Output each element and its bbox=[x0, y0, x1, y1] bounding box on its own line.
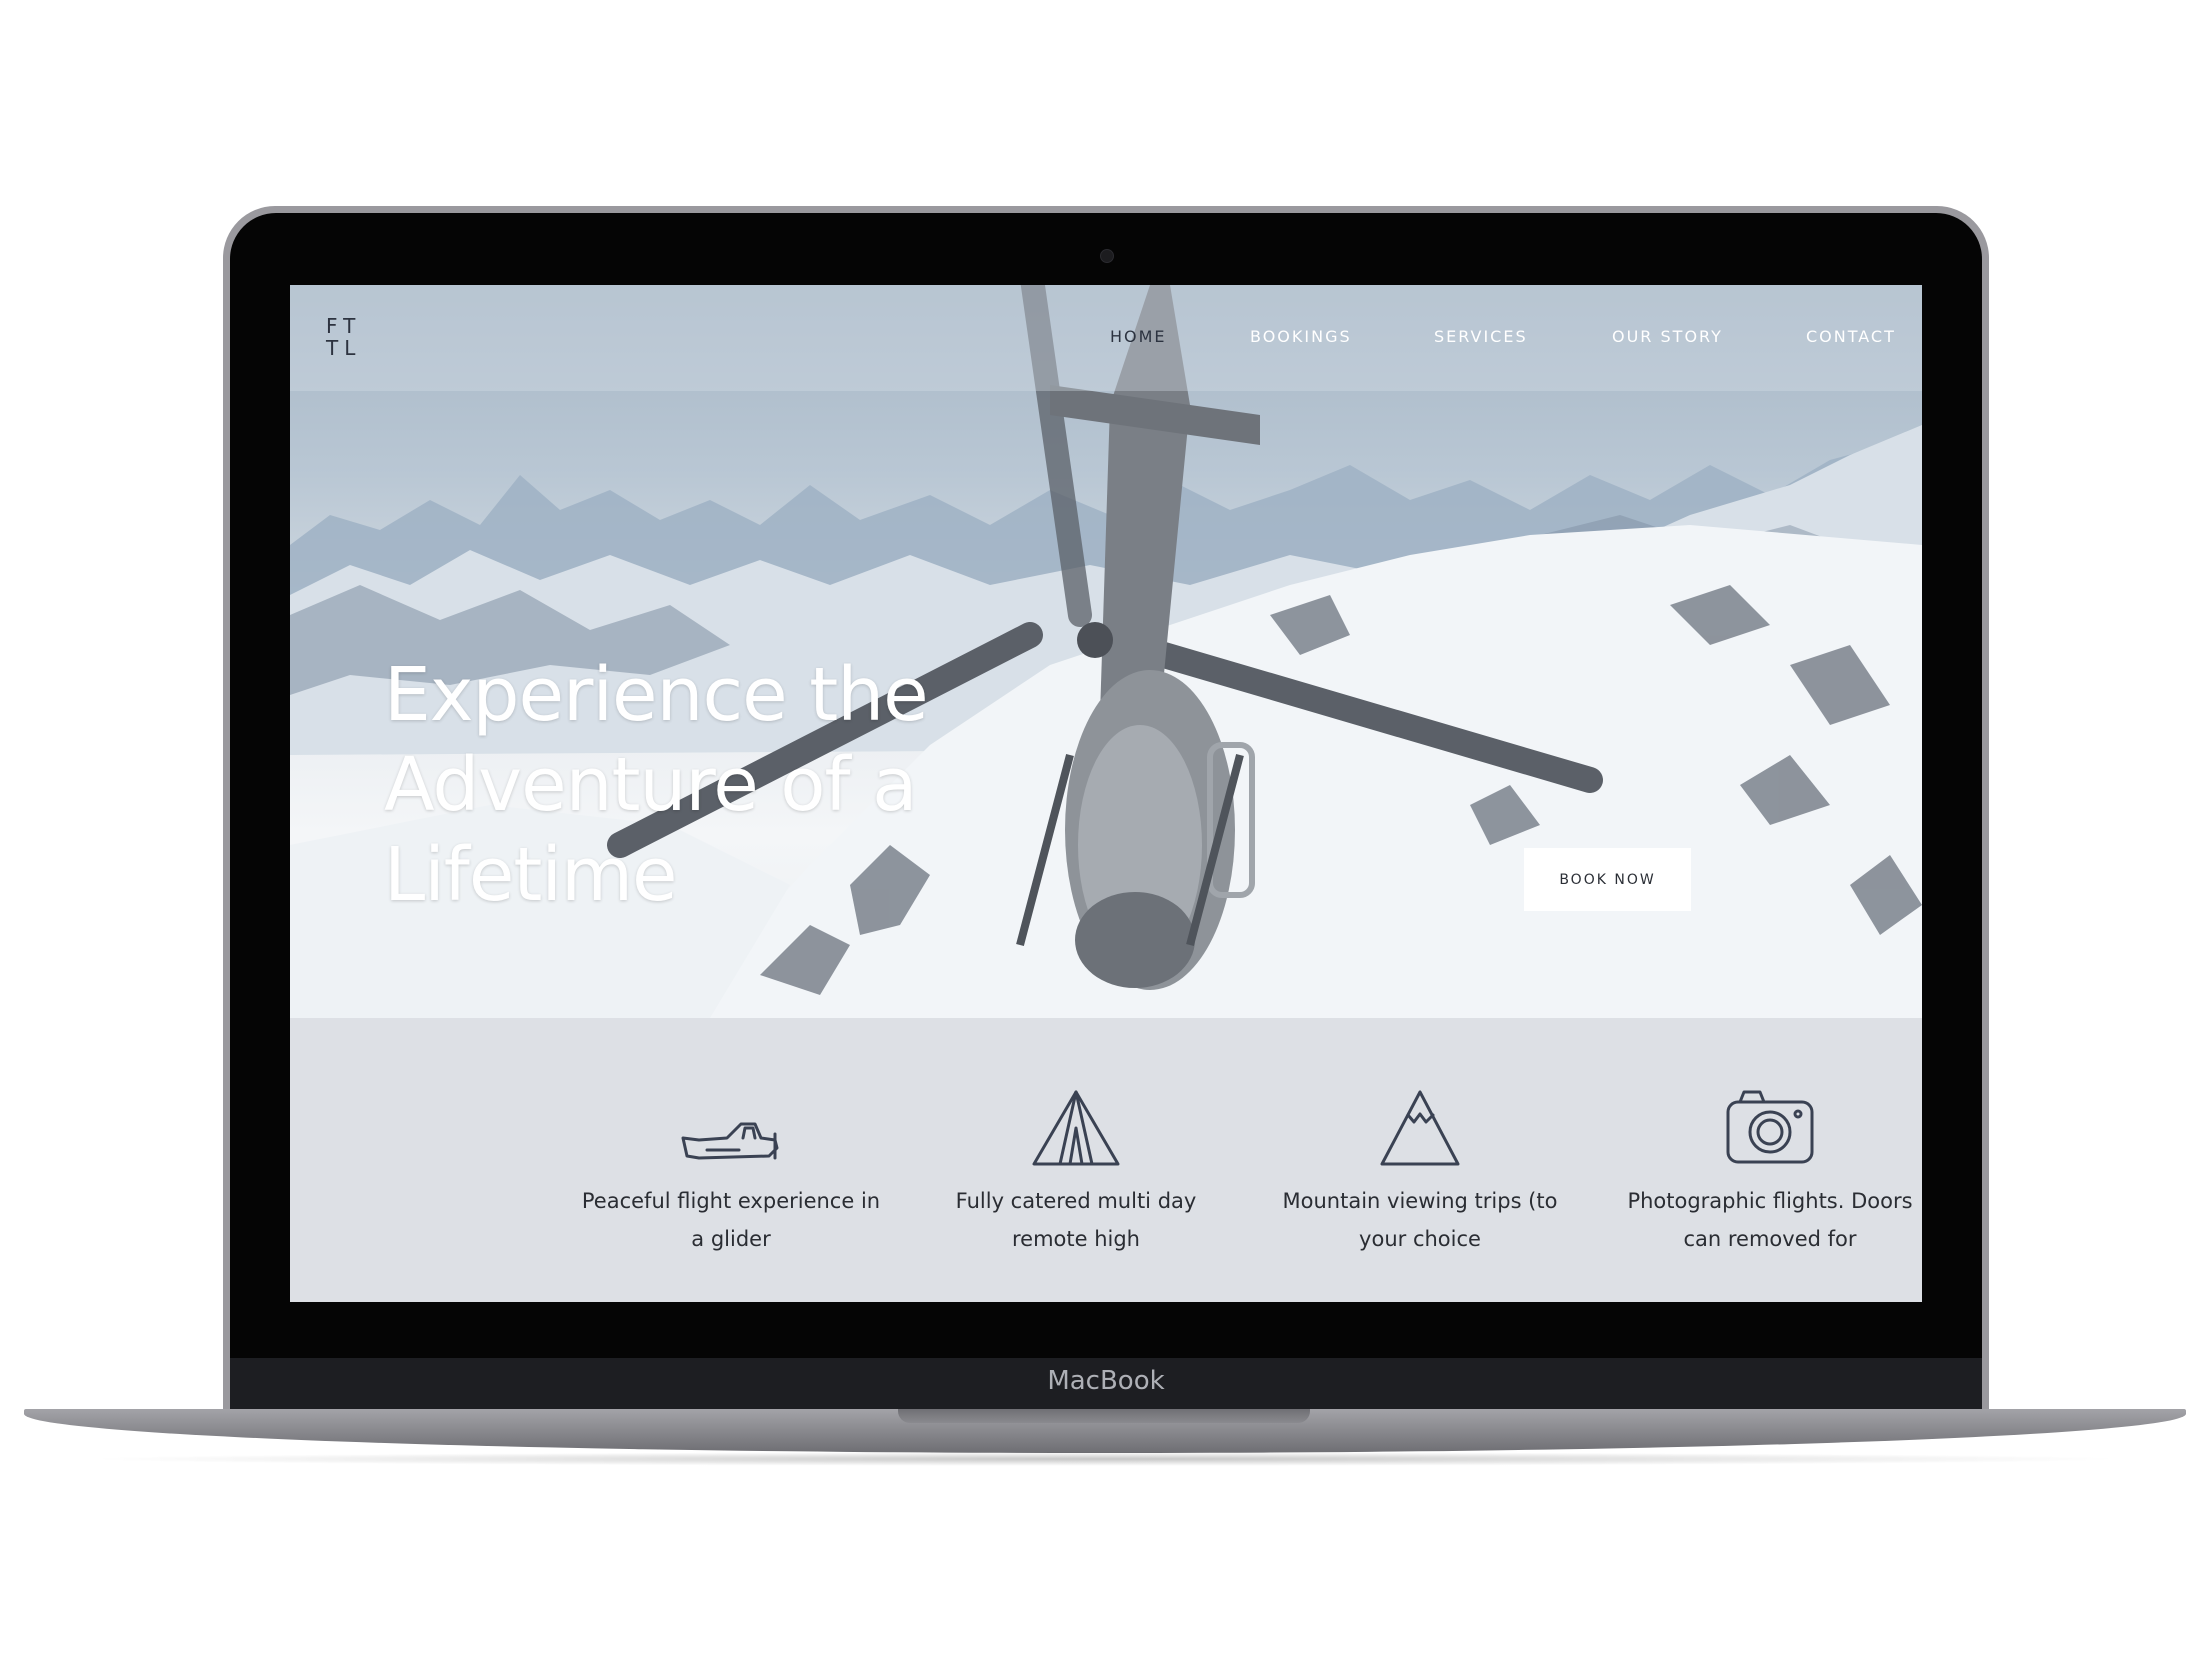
webcam bbox=[1100, 249, 1114, 263]
laptop-lip-notch bbox=[898, 1409, 1310, 1423]
tent-icon bbox=[1032, 1090, 1120, 1166]
camera-icon bbox=[1726, 1090, 1814, 1164]
feature-catered: Fully catered multi day remote high bbox=[926, 1088, 1226, 1258]
feature-text: Mountain viewing trips (to your choice bbox=[1282, 1189, 1558, 1251]
macbook-label: MacBook bbox=[1047, 1366, 1165, 1396]
nav-bookings[interactable]: BOOKINGS bbox=[1250, 327, 1352, 346]
nav-contact[interactable]: CONTACT bbox=[1806, 327, 1896, 346]
laptop-shadow bbox=[80, 1452, 2130, 1466]
feature-text: Photographic flights. Doors can removed … bbox=[1627, 1189, 1913, 1251]
site-logo[interactable]: FT TL bbox=[326, 315, 370, 359]
book-now-button[interactable]: BOOK NOW bbox=[1524, 848, 1691, 911]
features-section: Peaceful flight experience in a glider F… bbox=[290, 1018, 1922, 1302]
hero-section: FT TL HOME BOOKINGS SERVICES OUR STORY C… bbox=[290, 285, 1922, 1018]
laptop-chin: MacBook bbox=[230, 1358, 1982, 1413]
nav-home[interactable]: HOME bbox=[1110, 327, 1167, 346]
glider-plane-icon bbox=[681, 1122, 779, 1160]
mountain-icon bbox=[1380, 1090, 1460, 1166]
nav-our-story[interactable]: OUR STORY bbox=[1612, 327, 1723, 346]
feature-glider: Peaceful flight experience in a glider bbox=[581, 1118, 881, 1258]
feature-text: Peaceful flight experience in a glider bbox=[581, 1189, 881, 1251]
nav-services[interactable]: SERVICES bbox=[1434, 327, 1528, 346]
feature-text: Fully catered multi day remote high bbox=[955, 1189, 1197, 1251]
website-screen: FT TL HOME BOOKINGS SERVICES OUR STORY C… bbox=[290, 285, 1922, 1302]
hero-headline: Experience the Adventure of a Lifetime bbox=[384, 652, 929, 918]
feature-mountain: Mountain viewing trips (to your choice bbox=[1270, 1088, 1570, 1258]
feature-photographic: Photographic flights. Doors can removed … bbox=[1620, 1088, 1920, 1258]
top-navbar: FT TL HOME BOOKINGS SERVICES OUR STORY C… bbox=[290, 285, 1922, 391]
